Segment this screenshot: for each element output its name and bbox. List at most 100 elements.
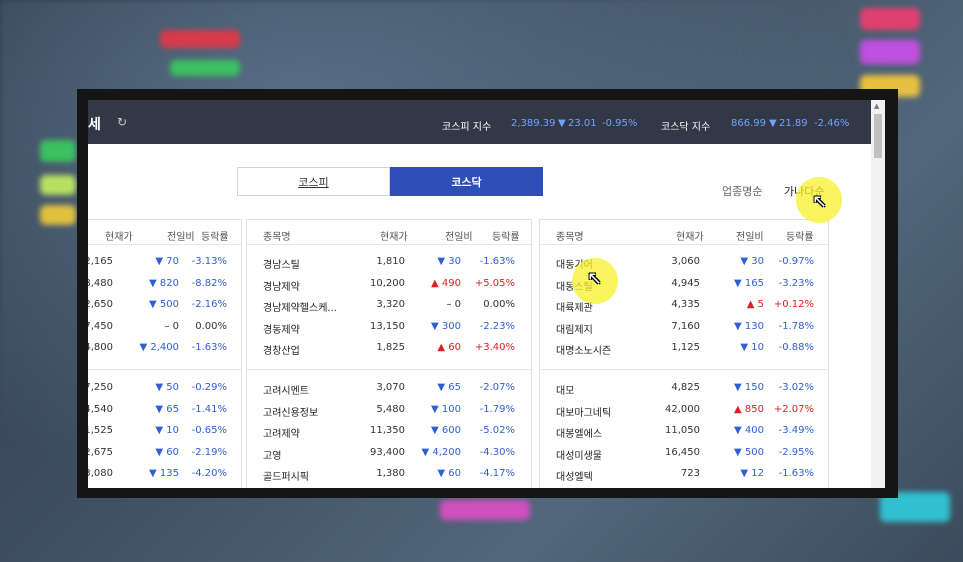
stock-name[interactable]: 경남스틸 bbox=[263, 256, 300, 271]
table-row[interactable]: 44,800 ▼ 2,400 -1.63% bbox=[88, 338, 241, 360]
table-row[interactable]: 2,165 ▼ 70 -3.13% bbox=[88, 252, 241, 274]
stock-name[interactable]: 대봉엘에스 bbox=[556, 425, 602, 440]
table-row[interactable]: 고려제약 11,350 ▼ 600 -5.02% bbox=[247, 421, 531, 443]
stock-group: 2,165 ▼ 70 -3.13% 8,480 ▼ 820 -8.82% 22,650 ▼ 5… bbox=[88, 252, 241, 360]
vertical-scrollbar[interactable]: ▲ bbox=[871, 100, 885, 488]
table-row[interactable]: 4,540 ▼ 65 -1.41% bbox=[88, 400, 241, 422]
background-decoration bbox=[860, 40, 920, 64]
down-arrow-icon: ▼ bbox=[155, 382, 167, 393]
stock-name[interactable]: 고려시멘트 bbox=[263, 382, 309, 397]
stock-panel-2: 종목명 현재가 전일비 등락률 경남스틸 1,810 ▼ 30 -1.63% 경남제약 10,20… bbox=[246, 219, 532, 488]
stock-name[interactable]: 대모 bbox=[556, 382, 574, 397]
stock-change-value: 135 bbox=[159, 468, 179, 479]
stock-name[interactable]: 대성미생물 bbox=[556, 447, 602, 462]
table-row[interactable]: 7,450 – 0 0.00% bbox=[88, 317, 241, 339]
stock-rate: -0.88% bbox=[778, 342, 814, 353]
stock-change-value: 100 bbox=[441, 403, 461, 415]
flat-dash-icon: – bbox=[164, 320, 173, 332]
table-row[interactable]: 경남제약헬스케... 3,320 – 0 0.00% bbox=[247, 295, 531, 317]
table-row[interactable]: 고려시멘트 3,070 ▼ 65 -2.07% bbox=[247, 378, 531, 400]
table-row[interactable]: 경남제약 10,200 ▲ 490 +5.05% bbox=[247, 274, 531, 296]
sort-by-industry-link[interactable]: 업종명순 bbox=[722, 183, 762, 199]
stock-name[interactable]: 경남제약 bbox=[263, 278, 300, 293]
stock-rate: -1.63% bbox=[778, 468, 814, 479]
stock-change-value: 12 bbox=[751, 468, 764, 479]
table-row[interactable]: 대성미생물 16,450 ▼ 500 -2.95% bbox=[540, 443, 828, 465]
tab-kosdaq[interactable]: 코스닥 bbox=[390, 167, 543, 196]
column-header-name: 종목명 bbox=[263, 232, 291, 243]
down-arrow-icon: ▼ bbox=[155, 425, 167, 436]
refresh-icon[interactable]: ↻ bbox=[117, 115, 127, 129]
stock-name[interactable]: 대림제지 bbox=[556, 321, 593, 336]
stock-change-value: 0 bbox=[454, 299, 461, 310]
stock-name[interactable]: 경남제약헬스케... bbox=[263, 299, 337, 314]
stock-price: 4,945 bbox=[671, 277, 700, 289]
table-row[interactable]: 경동제약 13,150 ▼ 300 -2.23% bbox=[247, 317, 531, 339]
column-header-name: 종목명 bbox=[556, 232, 584, 243]
stock-name[interactable]: 고영 bbox=[263, 447, 281, 462]
table-row[interactable]: 대보마그네틱 42,000 ▲ 850 +2.07% bbox=[540, 400, 828, 422]
stock-change: ▲ 490 bbox=[431, 278, 461, 289]
table-row[interactable]: 대림제지 7,160 ▼ 130 -1.78% bbox=[540, 317, 828, 339]
stock-change: ▼ 400 bbox=[734, 425, 764, 436]
stock-group: 대모 4,825 ▼ 150 -3.02% 대보마그네틱 42,000 ▲ 850 +2.07… bbox=[540, 378, 828, 486]
table-row[interactable]: 고영 93,400 ▼ 4,200 -4.30% bbox=[247, 443, 531, 465]
stock-name[interactable]: 대보마그네틱 bbox=[556, 404, 611, 419]
stock-group: 고려시멘트 3,070 ▼ 65 -2.07% 고려신용정보 5,480 ▼ 100 -1.7… bbox=[247, 378, 531, 486]
stock-change: ▼ 500 bbox=[149, 299, 179, 310]
table-row[interactable]: 2,675 ▼ 60 -2.19% bbox=[88, 443, 241, 465]
stock-price: 17,250 bbox=[88, 382, 113, 393]
table-row[interactable]: 대모 4,825 ▼ 150 -3.02% bbox=[540, 378, 828, 400]
stock-price: 7,160 bbox=[671, 320, 700, 332]
up-arrow-icon: ▲ bbox=[746, 299, 758, 310]
down-arrow-icon: ▼ bbox=[149, 277, 160, 289]
scroll-up-arrow-icon[interactable]: ▲ bbox=[874, 102, 879, 110]
table-row[interactable]: 경남스틸 1,810 ▼ 30 -1.63% bbox=[247, 252, 531, 274]
stock-rate: -8.82% bbox=[191, 277, 227, 289]
table-row[interactable]: 3,080 ▼ 135 -4.20% bbox=[88, 464, 241, 486]
stock-change: ▼ 10 bbox=[155, 425, 179, 436]
background-decoration bbox=[440, 500, 530, 520]
table-row[interactable]: 골드퍼시픽 1,380 ▼ 60 -4.17% bbox=[247, 464, 531, 486]
stock-change-value: 10 bbox=[166, 425, 179, 436]
stock-name[interactable]: 경동제약 bbox=[263, 321, 300, 336]
stock-change: ▼ 150 bbox=[734, 382, 764, 393]
table-row[interactable]: 대봉엘에스 11,050 ▼ 400 -3.49% bbox=[540, 421, 828, 443]
stock-price: 93,400 bbox=[370, 446, 405, 458]
stock-name[interactable]: 경창산업 bbox=[263, 342, 300, 357]
table-row[interactable]: 17,250 ▼ 50 -0.29% bbox=[88, 378, 241, 400]
tab-kospi[interactable]: 코스피 bbox=[237, 167, 390, 196]
stock-panel-3: 종목명현재가전일비등락률대동기어3,060▼ 30-0.97%대동스틸4,945… bbox=[539, 219, 829, 488]
table-row[interactable]: 22,650 ▼ 500 -2.16% bbox=[88, 295, 241, 317]
background-decoration bbox=[170, 60, 240, 76]
stock-name[interactable]: 고려신용정보 bbox=[263, 404, 318, 419]
down-arrow-icon: ▼ bbox=[421, 446, 433, 458]
down-arrow-icon: ▼ bbox=[437, 256, 449, 267]
stock-change-value: 400 bbox=[744, 425, 764, 436]
table-row[interactable]: 대성엘텍 723 ▼ 12 -1.63% bbox=[540, 464, 828, 486]
stock-change: ▼ 70 bbox=[155, 256, 179, 267]
scrollbar-thumb[interactable] bbox=[874, 114, 882, 158]
stock-rate: 0.00% bbox=[195, 320, 227, 332]
stock-rate: +2.07% bbox=[773, 403, 814, 415]
stock-price: 3,080 bbox=[88, 468, 113, 479]
stock-price: 44,800 bbox=[88, 342, 113, 353]
table-row[interactable]: 대명소노시즌 1,125 ▼ 10 -0.88% bbox=[540, 338, 828, 360]
table-row[interactable]: 고려신용정보 5,480 ▼ 100 -1.79% bbox=[247, 400, 531, 422]
stock-name[interactable]: 골드퍼시픽 bbox=[263, 468, 309, 483]
down-arrow-icon: ▼ bbox=[734, 277, 745, 289]
table-row[interactable]: 경창산업 1,825 ▲ 60 +3.40% bbox=[247, 338, 531, 360]
stock-name[interactable]: 고려제약 bbox=[263, 425, 300, 440]
stock-name[interactable]: 대성엘텍 bbox=[556, 468, 593, 483]
stock-name[interactable]: 대명소노시즌 bbox=[556, 342, 611, 357]
stock-price: 16,450 bbox=[665, 446, 700, 458]
down-arrow-icon: ▼ bbox=[734, 320, 745, 332]
table-row[interactable]: 8,480 ▼ 820 -8.82% bbox=[88, 274, 241, 296]
stock-change: ▼ 820 bbox=[149, 278, 179, 289]
stock-change-value: 2,400 bbox=[150, 342, 179, 353]
stock-change-value: 500 bbox=[744, 446, 764, 458]
table-row[interactable]: 1,525 ▼ 10 -0.65% bbox=[88, 421, 241, 443]
flat-dash-icon: – bbox=[446, 299, 455, 310]
stock-change: ▼ 4,200 bbox=[421, 447, 461, 458]
stock-change: ▲ 5 bbox=[747, 299, 764, 310]
